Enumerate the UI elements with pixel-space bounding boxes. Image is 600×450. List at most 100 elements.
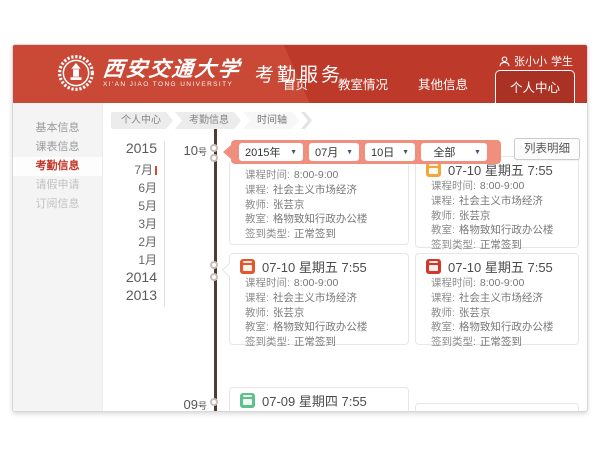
field-label: 课程: xyxy=(245,183,269,198)
field-value: 8:00-9:00 xyxy=(294,276,338,291)
nav-tab-personal-center[interactable]: 个人中心 xyxy=(495,70,575,103)
attendance-card[interactable]: 07-10 星期五 7:55 课程时间: 8:00-9:00 课程: 社会主义市场经… xyxy=(229,253,409,345)
field-label: 签到类型: xyxy=(245,335,290,350)
field-value: 格物致知行政办公楼 xyxy=(459,320,554,335)
day-dropdown[interactable]: 10日 ▼ xyxy=(365,143,415,161)
date-filter-bar: 2015年 ▼ 07月 ▼ 10日 ▼ 全部 ▼ xyxy=(231,140,501,164)
field-label: 教师: xyxy=(245,306,269,321)
type-dropdown[interactable]: 全部 ▼ xyxy=(421,143,487,161)
field-label: 教室: xyxy=(245,212,269,227)
chevron-down-icon: ▼ xyxy=(468,149,481,156)
field-value: 张芸京 xyxy=(459,209,491,224)
field-label: 教师: xyxy=(245,198,269,213)
timeline-node xyxy=(210,273,218,281)
card-title: 07-09 星期四 7:55 xyxy=(262,391,367,410)
nav-item-classrooms[interactable]: 教室情况 xyxy=(323,74,403,103)
breadcrumb-timeline[interactable]: 时间轴 xyxy=(243,112,299,129)
field-value: 正常签到 xyxy=(294,335,336,350)
day-number: 09 xyxy=(184,397,198,412)
field-value: 社会主义市场经济 xyxy=(273,291,357,306)
breadcrumb: 个人中心 考勤信息 时间轴 xyxy=(111,112,312,129)
field-value: 格物致知行政办公楼 xyxy=(459,223,554,238)
field-label: 教室: xyxy=(431,223,455,238)
timeline-month-2[interactable]: 2月 xyxy=(97,233,157,250)
timeline-month-6[interactable]: 6月 xyxy=(97,179,157,196)
selected-month-tick xyxy=(155,166,157,175)
calendar-icon xyxy=(426,259,441,274)
month-dropdown-value: 07月 xyxy=(315,144,338,160)
university-logo-icon xyxy=(57,54,95,92)
calendar-icon xyxy=(240,259,255,274)
nav-item-other-info[interactable]: 其他信息 xyxy=(403,74,483,103)
field-value: 格物致知行政办公楼 xyxy=(273,212,368,227)
day-marker-09: 09号 xyxy=(165,396,207,412)
attendance-card[interactable] xyxy=(415,403,579,412)
field-label: 教室: xyxy=(245,320,269,335)
nav-item-home[interactable]: 首页 xyxy=(268,74,323,103)
field-label: 课程: xyxy=(431,194,455,209)
main-nav: 首页 教室情况 其他信息 个人中心 xyxy=(268,70,575,103)
sidebar-item-attendance-info[interactable]: 考勤信息 xyxy=(13,157,102,176)
day-suffix: 号 xyxy=(198,147,207,157)
field-value: 张芸京 xyxy=(273,198,305,213)
card-title: 07-10 星期五 7:55 xyxy=(448,257,553,276)
day-number: 10 xyxy=(184,143,198,158)
day-dropdown-value: 10日 xyxy=(371,144,394,160)
field-label: 教师: xyxy=(431,306,455,321)
timeline-month-5[interactable]: 5月 xyxy=(97,197,157,214)
timeline-month-3[interactable]: 3月 xyxy=(97,215,157,232)
person-icon xyxy=(499,56,510,67)
sidebar-item-basic-info[interactable]: 基本信息 xyxy=(13,119,102,138)
field-value: 社会主义市场经济 xyxy=(273,183,357,198)
field-value: 8:00-9:00 xyxy=(294,168,338,183)
field-value: 8:00-9:00 xyxy=(480,276,524,291)
attendance-card[interactable]: 课程时间:8:00-9:00 课程:社会主义市场经济 教师:张芸京 教室:格物致… xyxy=(229,161,409,245)
university-name-cn: 西安交通大学 xyxy=(102,58,242,80)
chevron-down-icon: ▼ xyxy=(340,149,353,156)
attendance-card[interactable]: 07-10 星期五 7:55 课程时间:8:00-9:00 课程:社会主义市场经… xyxy=(415,156,579,248)
year-rail-divider xyxy=(164,141,165,307)
field-label: 课程: xyxy=(245,291,269,306)
sidebar-item-schedule-info[interactable]: 课表信息 xyxy=(13,138,102,157)
field-value: 8:00-9:00 xyxy=(480,179,524,194)
timeline-node xyxy=(210,261,218,269)
field-value: 社会主义市场经济 xyxy=(459,194,543,209)
timeline-month-7[interactable]: 7月 xyxy=(97,161,157,178)
timeline-node xyxy=(210,398,218,406)
timeline-month-1[interactable]: 1月 xyxy=(97,251,157,268)
field-label: 教室: xyxy=(431,320,455,335)
chevron-down-icon: ▼ xyxy=(396,149,409,156)
attendance-card[interactable]: 07-09 星期四 7:55 xyxy=(229,387,409,412)
attendance-card[interactable]: 07-10 星期五 7:55 课程时间:8:00-9:00 课程:社会主义市场经… xyxy=(415,253,579,345)
month-dropdown[interactable]: 07月 ▼ xyxy=(309,143,359,161)
user-info[interactable]: 张小小 学生 xyxy=(499,53,573,69)
page: 西安交通大学 XI'AN JIAO TONG UNIVERSITY 考勤服务 张… xyxy=(0,0,600,450)
sidebar-item-leave-request[interactable]: 请假申请 xyxy=(13,176,102,195)
field-label: 教师: xyxy=(431,209,455,224)
breadcrumb-personal-center[interactable]: 个人中心 xyxy=(111,112,173,129)
sidebar-item-subscription-info[interactable]: 订阅信息 xyxy=(13,195,102,214)
field-value: 正常签到 xyxy=(294,227,336,242)
list-detail-button[interactable]: 列表明细 xyxy=(514,138,580,160)
field-value: 正常签到 xyxy=(480,238,522,253)
timeline-year-2014[interactable]: 2014 xyxy=(97,269,157,285)
calendar-icon xyxy=(426,162,441,177)
card-title: 07-10 星期五 7:55 xyxy=(262,257,367,276)
timeline-node xyxy=(210,154,218,162)
timeline-node xyxy=(210,144,218,152)
field-value: 格物致知行政办公楼 xyxy=(273,320,368,335)
field-label: 课程时间: xyxy=(245,276,290,291)
timeline-year-2013[interactable]: 2013 xyxy=(97,287,157,303)
field-label: 签到类型: xyxy=(431,238,476,253)
breadcrumb-attendance-info[interactable]: 考勤信息 xyxy=(175,112,241,129)
timeline-year-2015[interactable]: 2015 xyxy=(97,140,157,156)
day-marker-10: 10号 xyxy=(165,142,207,160)
type-dropdown-value: 全部 xyxy=(433,144,455,160)
timeline-month-label: 7月 xyxy=(134,163,153,177)
user-role: 学生 xyxy=(551,53,573,69)
field-label: 课程: xyxy=(431,291,455,306)
year-dropdown[interactable]: 2015年 ▼ xyxy=(239,143,303,161)
brand-text: 西安交通大学 XI'AN JIAO TONG UNIVERSITY xyxy=(103,58,241,88)
year-dropdown-value: 2015年 xyxy=(245,144,280,160)
app-header: 西安交通大学 XI'AN JIAO TONG UNIVERSITY 考勤服务 张… xyxy=(13,45,588,103)
